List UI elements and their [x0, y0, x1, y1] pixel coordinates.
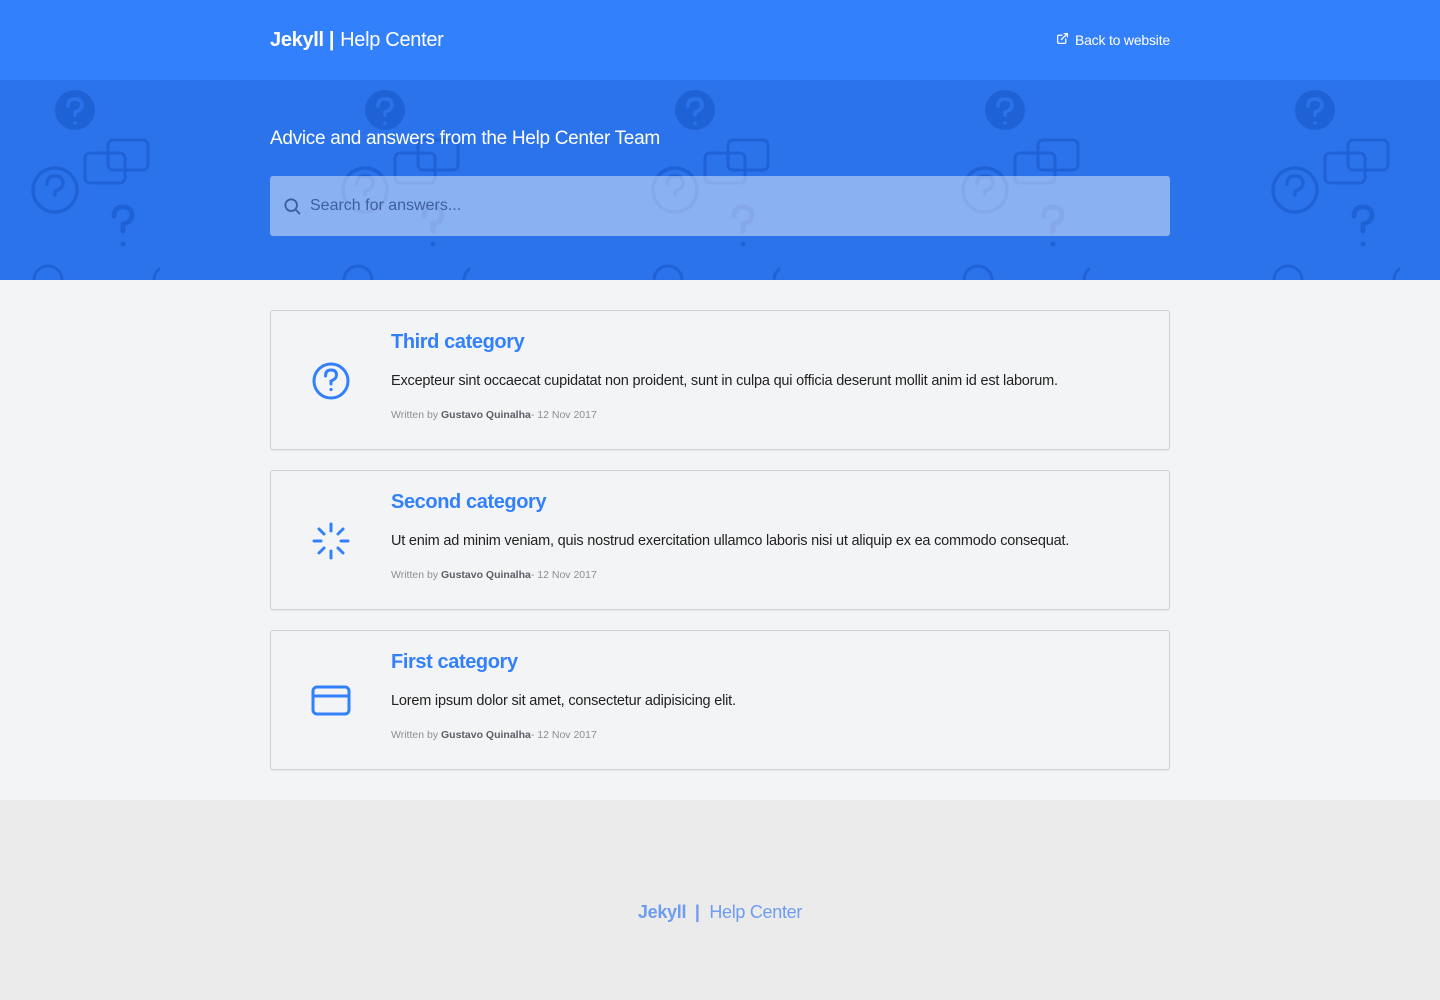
hero-tagline: Advice and answers from the Help Center …	[270, 128, 660, 149]
back-to-website-label: Back to website	[1074, 32, 1170, 48]
footer-brand-link[interactable]: Jekyll | Help Center	[0, 902, 1440, 923]
footer: Jekyll | Help Center	[0, 800, 1440, 1000]
category-title[interactable]: Second category	[391, 491, 547, 514]
author-name: Gustavo Quinalha	[441, 569, 531, 581]
category-list: Third category Excepteur sint occaecat c…	[0, 280, 1440, 800]
post-date: 12 Nov 2017	[537, 729, 597, 741]
brand-logo-link[interactable]: Jekyll | Help Center	[270, 29, 444, 52]
brand-name: Jekyll	[270, 28, 324, 51]
loader-icon	[311, 521, 351, 561]
top-navbar: Jekyll | Help Center Back to website	[0, 0, 1440, 80]
category-description: Excepteur sint occaecat cupidatat non pr…	[391, 373, 1058, 389]
written-by-label: Written by	[391, 569, 439, 581]
author-name: Gustavo Quinalha	[441, 729, 531, 741]
category-meta: Written by Gustavo Quinalha- 12 Nov 2017	[391, 569, 597, 581]
post-date: 12 Nov 2017	[537, 569, 597, 581]
category-title[interactable]: First category	[391, 651, 518, 674]
brand-subtitle: Help Center	[340, 28, 444, 51]
category-card-third[interactable]: Third category Excepteur sint occaecat c…	[270, 310, 1170, 450]
brand-separator: |	[328, 28, 335, 51]
back-to-website-link[interactable]: Back to website	[1056, 32, 1170, 48]
hero-section: Advice and answers from the Help Center …	[0, 80, 1440, 280]
credit-card-icon	[311, 681, 351, 721]
category-card-second[interactable]: Second category Ut enim ad minim veniam,…	[270, 470, 1170, 610]
search-icon	[282, 196, 302, 216]
external-link-icon	[1056, 32, 1069, 48]
help-circle-icon	[311, 361, 351, 401]
written-by-label: Written by	[391, 409, 439, 421]
post-date: 12 Nov 2017	[537, 409, 597, 421]
navbar-inner: Jekyll | Help Center Back to website	[270, 0, 1170, 80]
footer-brand-name: Jekyll	[637, 902, 687, 922]
category-title[interactable]: Third category	[391, 331, 525, 354]
written-by-label: Written by	[391, 729, 439, 741]
category-card-first[interactable]: First category Lorem ipsum dolor sit ame…	[270, 630, 1170, 770]
category-description: Ut enim ad minim veniam, quis nostrud ex…	[391, 533, 1070, 549]
category-meta: Written by Gustavo Quinalha- 12 Nov 2017	[391, 729, 597, 741]
search-input[interactable]	[310, 176, 1150, 236]
author-name: Gustavo Quinalha	[441, 409, 531, 421]
footer-brand-separator: |	[694, 902, 700, 922]
category-description: Lorem ipsum dolor sit amet, consectetur …	[391, 693, 736, 709]
footer-brand-subtitle: Help Center	[709, 902, 803, 922]
search-box[interactable]	[270, 176, 1170, 236]
category-meta: Written by Gustavo Quinalha- 12 Nov 2017	[391, 409, 597, 421]
